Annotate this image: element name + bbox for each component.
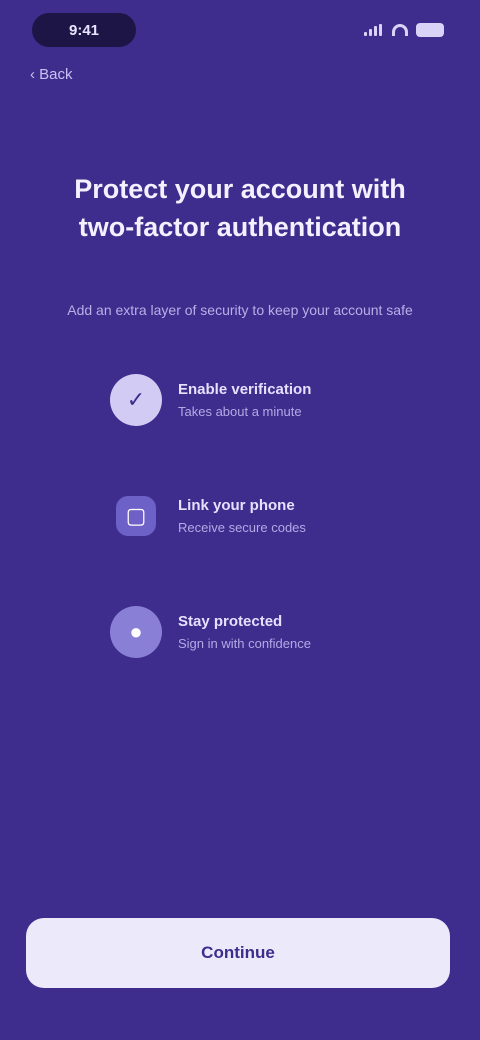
page-title: Protect your account with two-factor aut… [74, 174, 406, 242]
step-text: Enable verification Takes about a minute [178, 381, 311, 419]
step-item: ✓ Enable verification Takes about a minu… [110, 368, 370, 432]
step-title: Link your phone [178, 497, 295, 514]
status-time-pill: 9:41 [32, 13, 136, 47]
wifi-icon [392, 24, 408, 36]
phone-icon: ▢ [116, 496, 156, 536]
step-text: Link your phone Receive secure codes [178, 497, 306, 535]
status-time: 9:41 [68, 21, 100, 39]
step-description: Sign in with confidence [178, 636, 311, 651]
battery-icon [416, 23, 444, 37]
lock-icon: ● [110, 606, 162, 658]
step-text: Stay protected Sign in with confidence [178, 613, 311, 651]
status-bar: 9:41 [0, 0, 480, 60]
steps-list: ✓ Enable verification Takes about a minu… [110, 368, 370, 664]
step-title: Stay protected [178, 613, 283, 630]
page-subtitle: Add an extra layer of security to keep y… [67, 302, 413, 318]
status-icons [364, 23, 444, 37]
step-title: Enable verification [178, 381, 312, 398]
back-label: ‹ Back [30, 66, 73, 83]
back-button[interactable]: ‹ Back [30, 66, 73, 83]
two-factor-onboarding-screen: 9:41 ‹ Back Protect your account with tw… [0, 0, 480, 1040]
step-item: ● Stay protected Sign in with confidence [110, 600, 370, 664]
step-description: Takes about a minute [178, 404, 302, 419]
signal-icon [364, 24, 384, 36]
step-item: ▢ Link your phone Receive secure codes [110, 484, 370, 548]
shield-icon: ✓ [110, 374, 162, 426]
step-description: Receive secure codes [178, 520, 306, 535]
continue-button[interactable]: Continue [26, 918, 450, 988]
